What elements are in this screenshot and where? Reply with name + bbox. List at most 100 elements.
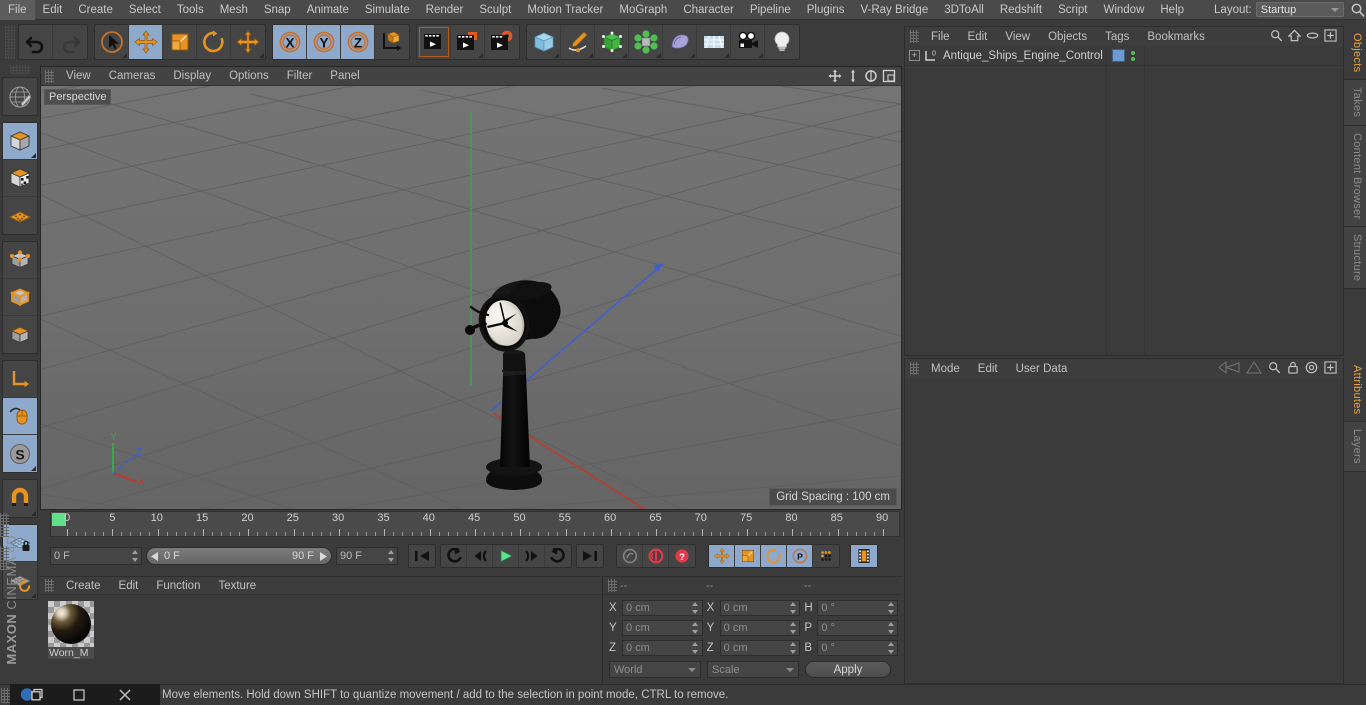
move-tool[interactable] [129, 25, 163, 59]
spinner-icon[interactable] [789, 602, 796, 614]
render-view-button[interactable] [417, 25, 451, 59]
preview-range-bar[interactable]: 0 F 90 F [146, 547, 332, 565]
object-tree[interactable]: + 0 Antique_Ships_Engine_Control [905, 46, 1343, 355]
key-position-toggle[interactable] [709, 545, 735, 567]
spinner-icon[interactable] [692, 642, 699, 654]
material-grip[interactable] [45, 579, 54, 592]
key-scale-toggle[interactable] [735, 545, 761, 567]
redo-button[interactable] [53, 25, 87, 59]
timeline-ruler[interactable]: 0 5 10 15 20 25 30 35 40 45 50 55 60 65 70 75 80 85 90 [50, 511, 900, 537]
menu-render[interactable]: Render [418, 0, 472, 20]
layout-dropdown[interactable]: Startup [1255, 2, 1344, 17]
dynamic-place-tool[interactable] [231, 25, 265, 59]
close-window-button[interactable] [102, 684, 148, 705]
attribute-menu-edit[interactable]: Edit [969, 360, 1007, 378]
world-object-axis-toggle[interactable] [375, 25, 409, 59]
z-axis-lock[interactable]: Z [341, 25, 375, 59]
expand-toggle-icon[interactable]: + [909, 50, 920, 61]
menu-help[interactable]: Help [1152, 0, 1192, 20]
object-menu-file[interactable]: File [922, 28, 959, 46]
rotate-tool[interactable] [197, 25, 231, 59]
key-rotation-toggle[interactable] [761, 545, 787, 567]
menu-edit[interactable]: Edit [35, 0, 71, 20]
spinner-icon[interactable] [789, 642, 796, 654]
render-to-picture-viewer-button[interactable] [451, 25, 485, 59]
object-menu-objects[interactable]: Objects [1039, 28, 1096, 46]
leftbar-grip[interactable] [10, 65, 30, 74]
undo-button[interactable] [19, 25, 53, 59]
menu-script[interactable]: Script [1050, 0, 1095, 20]
live-selection-tool[interactable] [95, 25, 129, 59]
search-icon[interactable] [1268, 361, 1281, 377]
maximize-view-icon[interactable] [881, 68, 897, 84]
visibility-dots-icon[interactable] [1131, 50, 1135, 61]
current-frame-field[interactable]: 0 F [50, 547, 142, 565]
rotation-field[interactable]: 0 ° [817, 640, 899, 656]
key-param-toggle[interactable]: P [787, 545, 813, 567]
step-forward-button[interactable] [519, 545, 545, 567]
rotation-field[interactable]: 0 ° [817, 620, 899, 636]
material-list[interactable]: Worn_M [40, 595, 600, 659]
workplane-mode[interactable] [3, 197, 37, 234]
apply-button[interactable]: Apply [805, 661, 891, 678]
coordinate-mode-dropdown[interactable]: Scale [707, 661, 799, 678]
add-nurbs-button[interactable] [595, 25, 629, 59]
polygons-mode[interactable] [3, 316, 37, 353]
attribute-menu-mode[interactable]: Mode [922, 360, 969, 378]
points-mode[interactable] [3, 242, 37, 279]
material-menu-create[interactable]: Create [57, 577, 110, 595]
viewport-menu-display[interactable]: Display [164, 67, 220, 86]
model-mode[interactable] [3, 123, 37, 160]
viewport-menu-cameras[interactable]: Cameras [100, 67, 165, 86]
object-row[interactable]: + 0 Antique_Ships_Engine_Control [905, 46, 1343, 66]
menu-create[interactable]: Create [70, 0, 121, 20]
tab-content-browser[interactable]: Content Browser [1344, 125, 1366, 228]
size-field[interactable]: 0 cm [719, 620, 801, 636]
menu-character[interactable]: Character [675, 0, 742, 20]
enable-axis-modification[interactable] [3, 361, 37, 398]
spinner-icon[interactable] [692, 602, 699, 614]
position-field[interactable]: 0 cm [622, 620, 703, 636]
tab-structure[interactable]: Structure [1344, 227, 1366, 290]
menu-mesh[interactable]: Mesh [212, 0, 256, 20]
size-field[interactable]: 0 cm [719, 640, 801, 656]
tab-layers[interactable]: Layers [1344, 422, 1366, 473]
material-menu-function[interactable]: Function [147, 577, 209, 595]
menu-animate[interactable]: Animate [299, 0, 357, 20]
scale-tool[interactable] [163, 25, 197, 59]
target-icon[interactable] [1305, 361, 1318, 377]
zoom-view-icon[interactable] [845, 68, 861, 84]
menu-3dtoall[interactable]: 3DToAll [936, 0, 992, 20]
add-scene-object-button[interactable] [697, 25, 731, 59]
home-icon[interactable] [1287, 29, 1302, 45]
menu-window[interactable]: Window [1095, 0, 1152, 20]
next-key-button[interactable] [545, 545, 571, 567]
menu-select[interactable]: Select [121, 0, 169, 20]
material-sphere-preview[interactable] [48, 601, 94, 647]
viewport-menu-panel[interactable]: Panel [321, 67, 368, 86]
coordinate-system-dropdown[interactable]: World [609, 661, 701, 678]
tab-takes[interactable]: Takes [1344, 80, 1366, 126]
menu-motion-tracker[interactable]: Motion Tracker [519, 0, 611, 20]
object-tag-icon[interactable] [1112, 49, 1125, 62]
viewport-solo-single[interactable] [3, 398, 37, 435]
history-back-icon[interactable] [1218, 360, 1240, 377]
y-axis-lock[interactable]: Y [307, 25, 341, 59]
add-array-button[interactable] [629, 25, 663, 59]
restore-window-button[interactable] [56, 684, 102, 705]
add-deformer-button[interactable] [663, 25, 697, 59]
menu-plugins[interactable]: Plugins [799, 0, 853, 20]
add-light-button[interactable] [765, 25, 799, 59]
position-field[interactable]: 0 cm [622, 600, 703, 616]
spinner-icon[interactable] [887, 642, 894, 654]
tab-objects[interactable]: Objects [1344, 26, 1366, 81]
search-icon[interactable] [1350, 2, 1366, 18]
x-axis-lock[interactable]: X [273, 25, 307, 59]
menu-sculpt[interactable]: Sculpt [471, 0, 519, 20]
pan-view-icon[interactable] [827, 68, 843, 84]
add-panel-icon[interactable] [1324, 28, 1337, 45]
edges-mode[interactable] [3, 279, 37, 316]
enable-snapping[interactable]: S [3, 435, 37, 472]
add-camera-button[interactable] [731, 25, 765, 59]
spinner-icon[interactable] [887, 622, 894, 634]
